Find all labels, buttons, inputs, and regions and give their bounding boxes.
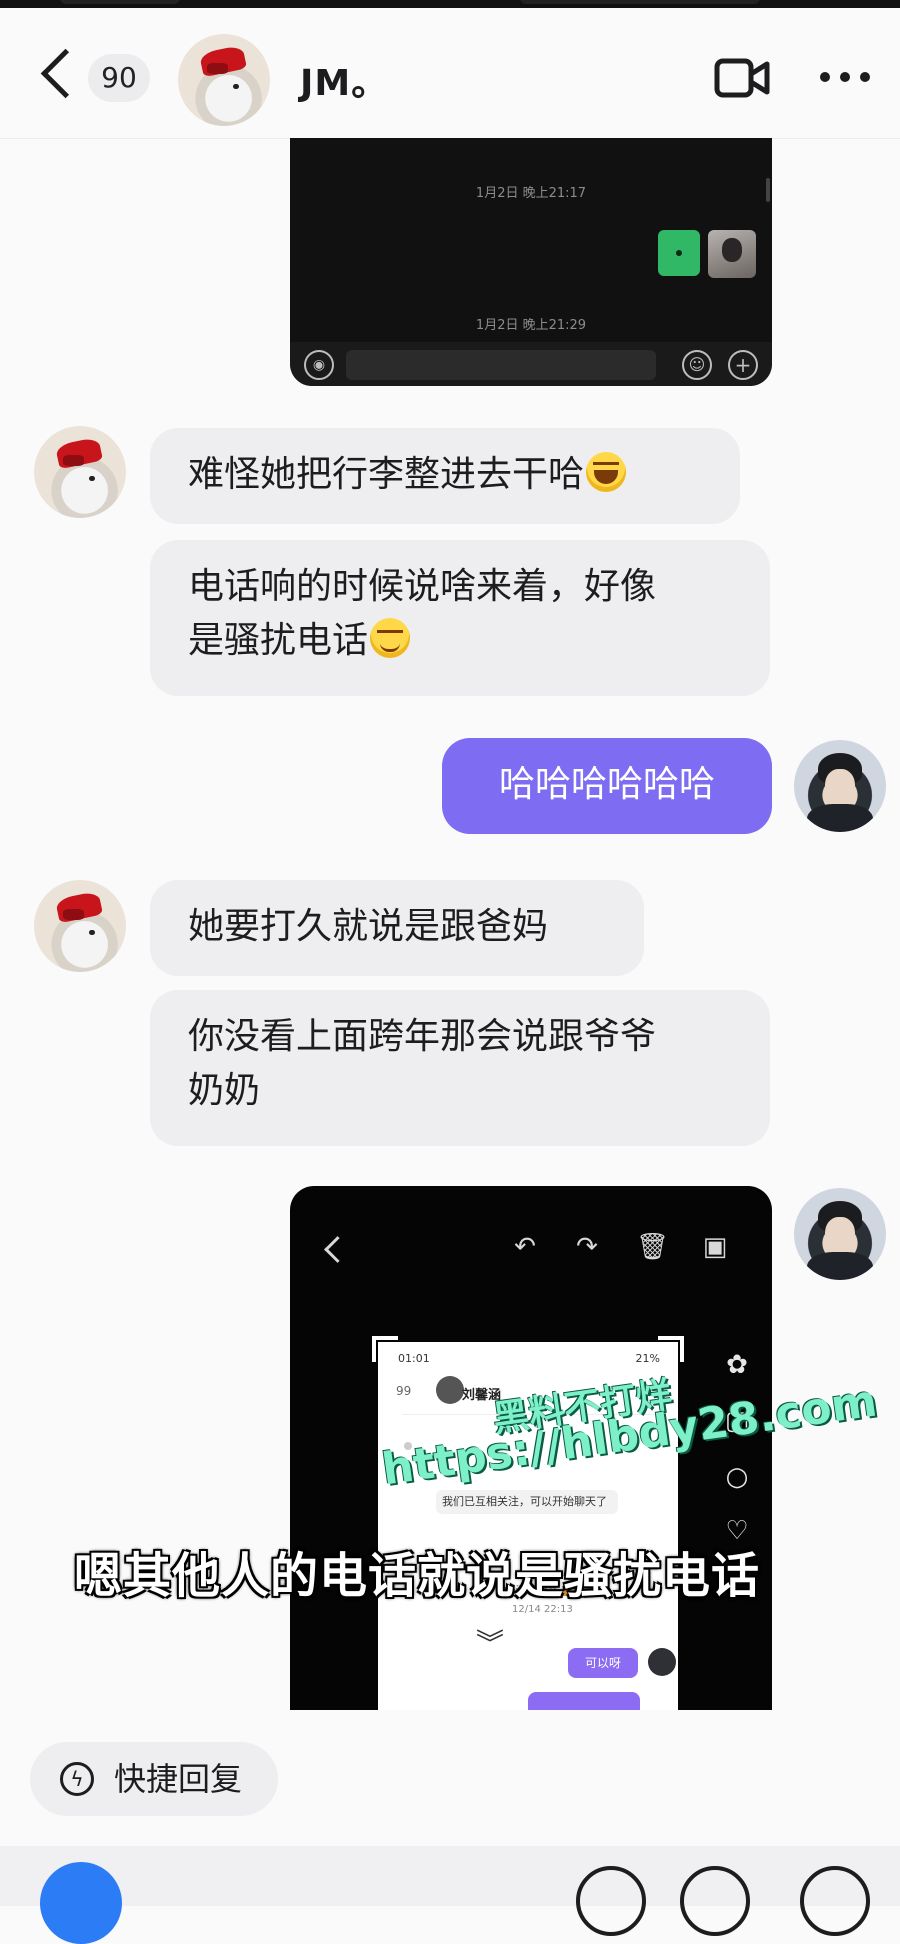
message-bubble[interactable]: 难怪她把行李整进去干哈 <box>150 428 740 524</box>
redo-icon: ↷ <box>576 1232 598 1262</box>
contact-avatar[interactable] <box>34 426 126 518</box>
scroll-down-icon: ︾ <box>436 1612 544 1688</box>
screenshot-avatar <box>708 230 756 278</box>
quick-reply-label: 快捷回复 <box>114 1760 243 1798</box>
screenshot-input-bar: ◉ ☺ + <box>290 342 772 386</box>
phone-avatar <box>436 1376 464 1404</box>
image-icon[interactable] <box>680 1866 750 1936</box>
phone-status-time: 01:01 <box>398 1352 430 1365</box>
quick-reply-button[interactable]: ϟ 快捷回复 <box>30 1742 278 1816</box>
video-camera-icon[interactable] <box>714 58 770 98</box>
message-bubble[interactable]: 她要打久就说是跟爸妈 <box>150 880 644 976</box>
message-text: 哈哈哈哈哈哈 <box>498 764 715 805</box>
message-text: 电话响的时候说啥来着，好像 <box>188 566 657 607</box>
phone-my-avatar <box>648 1648 676 1676</box>
contact-name[interactable]: JM。 <box>300 54 388 106</box>
trash-icon: 🗑 <box>636 1232 670 1262</box>
contact-avatar[interactable] <box>34 880 126 972</box>
video-subtitle: 嗯其他人的电话就说是骚扰电话 <box>74 1548 761 1604</box>
contact-avatar[interactable] <box>178 34 270 126</box>
message-text: 奶奶 <box>188 1070 261 1111</box>
my-avatar[interactable] <box>794 740 886 832</box>
status-bar <box>0 0 900 8</box>
message-input-bar[interactable] <box>0 1846 900 1906</box>
shared-screenshot-image[interactable]: 1月2日 晚上21:17 1月2日 晚上21:29 ◉ ☺ + <box>290 138 772 386</box>
undo-icon: ↶ <box>514 1232 536 1262</box>
message-text: 她要打久就说是跟爸妈 <box>188 906 549 947</box>
phone-back-count: 99 <box>396 1384 412 1398</box>
more-dots-icon[interactable] <box>818 66 872 90</box>
emoji-icon[interactable] <box>576 1866 646 1936</box>
screenshot-timestamp: 1月2日 晚上21:17 <box>475 186 587 201</box>
phone-battery: 21% <box>635 1352 660 1365</box>
screenshot-input-field <box>346 350 656 380</box>
screenshot-green-bubble <box>658 230 700 276</box>
voice-input-icon[interactable] <box>40 1862 122 1944</box>
brush-icon: ✿ <box>726 1350 748 1380</box>
message-bubble[interactable]: 你没看上面跨年那会说跟爷爷 奶奶 <box>150 990 770 1146</box>
phone-system-message: 我们已互相关注，可以开始聊天了 <box>436 1490 618 1514</box>
lightning-icon: ϟ <box>60 1762 94 1796</box>
back-icon <box>324 1236 351 1263</box>
back-icon[interactable] <box>40 48 91 99</box>
message-bubble[interactable]: 电话响的时候说啥来着，好像 是骚扰电话 <box>150 540 770 696</box>
unread-count-badge[interactable]: 90 <box>88 54 150 102</box>
screenshot-scrollbar <box>766 178 770 202</box>
message-text: 难怪她把行李整进去干哈 <box>188 454 585 495</box>
circle-icon: ○ <box>725 1462 749 1492</box>
chat-header: 90 JM。 <box>0 0 900 139</box>
message-text: 你没看上面跨年那会说跟爷爷 <box>188 1016 657 1057</box>
smirk-emoji-icon <box>370 618 411 658</box>
screenshot-timestamp: 1月2日 晚上21:29 <box>475 318 587 333</box>
emoji-icon: ☺ <box>682 350 712 380</box>
plus-icon: + <box>728 350 758 380</box>
message-text: 是骚扰电话 <box>188 620 369 661</box>
plus-icon[interactable] <box>800 1866 870 1936</box>
save-icon: ▣ <box>702 1232 728 1262</box>
my-avatar[interactable] <box>794 1188 886 1280</box>
my-message-bubble[interactable]: 哈哈哈哈哈哈 <box>442 738 772 834</box>
voice-icon: ◉ <box>304 350 334 380</box>
laughing-emoji-icon <box>586 452 627 492</box>
phone-reply-bubble: 可以呀 <box>568 1648 638 1678</box>
side-toolbar: ✿ ▢ ○ ♡ <box>714 1346 760 1560</box>
